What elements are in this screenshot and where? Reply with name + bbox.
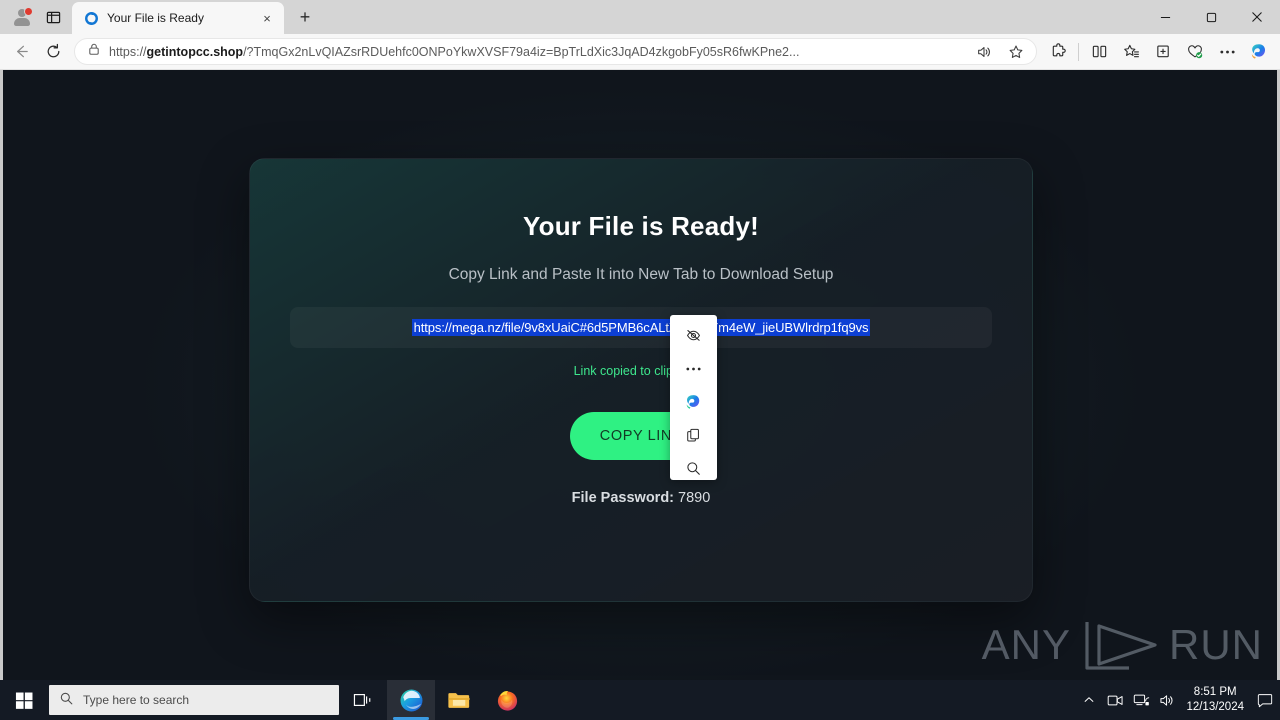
site-lock-icon (87, 42, 101, 61)
more-options-icon[interactable] (679, 357, 709, 380)
file-password-value: 7890 (678, 490, 711, 506)
clock-time: 8:51 PM (1193, 686, 1237, 698)
browser-essentials-button[interactable] (1180, 38, 1210, 66)
copilot-icon (1251, 43, 1266, 59)
tab-actions-icon (46, 11, 60, 23)
extensions-button[interactable] (1043, 38, 1073, 66)
action-center-button[interactable] (1252, 680, 1278, 720)
tab-title: Your File is Ready (107, 11, 204, 25)
tray-network-icon[interactable] (1128, 680, 1154, 720)
maximize-button[interactable] (1188, 0, 1234, 34)
hide-eye-icon[interactable] (679, 324, 709, 347)
close-icon (1252, 12, 1262, 22)
download-card: Your File is Ready! Copy Link and Paste … (249, 158, 1033, 602)
profile-button[interactable] (4, 2, 38, 32)
file-explorer-icon (448, 692, 470, 708)
add-collection-icon (1156, 45, 1169, 58)
avatar-body (13, 17, 30, 26)
taskbar-app-firefox[interactable] (483, 680, 531, 720)
file-password-label: File Password: (571, 490, 675, 506)
taskbar-app-edge[interactable] (387, 680, 435, 720)
anyrun-play-logo-icon (1085, 622, 1157, 670)
sync-circle-icon (83, 10, 99, 26)
add-favorite-button[interactable] (1004, 38, 1028, 66)
ellipsis-icon (1219, 50, 1235, 53)
tab-actions-button[interactable] (38, 2, 68, 32)
page-title: Your File is Ready! (523, 211, 759, 241)
address-bar-url: https://getintopcc.shop/?TmqGx2nLvQIAZsr… (109, 44, 800, 59)
start-button[interactable] (0, 680, 48, 720)
search-icon (59, 691, 74, 709)
reload-button[interactable] (38, 38, 68, 66)
split-screen-icon (1092, 45, 1106, 58)
collections-button[interactable] (1148, 38, 1178, 66)
windows-taskbar: Type here to search 8:51 PM 12/13/2024 (0, 680, 1280, 720)
new-tab-button[interactable]: + (290, 2, 320, 32)
back-button[interactable] (6, 38, 36, 66)
search-web-icon[interactable] (679, 457, 709, 480)
taskbar-search-box[interactable]: Type here to search (49, 685, 339, 715)
tab-strip: Your File is Ready × + (0, 0, 1280, 34)
tray-camera-icon[interactable] (1102, 680, 1128, 720)
star-icon (1009, 45, 1023, 58)
clock-date: 12/13/2024 (1186, 701, 1244, 713)
address-bar[interactable]: https://getintopcc.shop/?TmqGx2nLvQIAZsr… (74, 38, 1037, 65)
favorites-star-list-icon (1123, 44, 1139, 58)
copilot-button[interactable] (1244, 38, 1274, 66)
system-tray: 8:51 PM 12/13/2024 (1076, 680, 1280, 720)
selection-context-popup (670, 315, 717, 480)
task-view-icon (353, 694, 371, 706)
avatar (13, 6, 33, 26)
minimize-button[interactable] (1142, 0, 1188, 34)
page-viewport: Your File is Ready! Copy Link and Paste … (0, 70, 1280, 680)
file-password: File Password: 7890 (572, 490, 711, 506)
tray-expand-chevron-icon[interactable] (1076, 680, 1102, 720)
task-view-button[interactable] (339, 680, 387, 720)
read-aloud-button[interactable] (972, 38, 996, 66)
watermark-text-right: RUN (1169, 621, 1263, 668)
browser-toolbar: https://getintopcc.shop/?TmqGx2nLvQIAZsr… (0, 34, 1280, 70)
split-screen-button[interactable] (1084, 38, 1114, 66)
anyrun-watermark: ANY RUN (982, 616, 1263, 674)
firefox-icon (497, 690, 517, 711)
close-window-button[interactable] (1234, 0, 1280, 34)
tab-close-icon[interactable]: × (258, 9, 276, 27)
download-link-field[interactable]: https://mega.nz/file/9v8xUaiC#6d5PMB6cAL… (290, 307, 992, 348)
taskbar-app-file-explorer[interactable] (435, 680, 483, 720)
settings-more-button[interactable] (1212, 38, 1242, 66)
favorites-button[interactable] (1116, 38, 1146, 66)
browser-tab[interactable]: Your File is Ready × (72, 2, 284, 34)
window-controls (1142, 0, 1280, 34)
back-arrow-icon (16, 45, 28, 58)
taskbar-search-placeholder: Type here to search (83, 693, 190, 707)
toolbar-divider (1078, 42, 1079, 61)
notification-bubble-icon (1257, 693, 1273, 707)
browser-essentials-heart-icon (1188, 44, 1203, 58)
copy-icon[interactable] (679, 424, 709, 447)
windows-logo-icon (15, 692, 32, 709)
taskbar-clock[interactable]: 8:51 PM 12/13/2024 (1180, 685, 1252, 715)
watermark-text-left: ANY (981, 621, 1071, 668)
page-subtitle: Copy Link and Paste It into New Tab to D… (448, 266, 834, 283)
download-link-text[interactable]: https://mega.nz/file/9v8xUaiC#6d5PMB6cAL… (411, 319, 871, 336)
profile-alert-badge (23, 6, 33, 16)
extensions-icon (1052, 43, 1066, 57)
minimize-icon (1160, 16, 1170, 18)
read-aloud-icon (978, 46, 990, 57)
reload-icon (47, 43, 59, 58)
maximize-icon (1206, 12, 1216, 22)
tray-volume-icon[interactable] (1154, 680, 1180, 720)
browser-window: Your File is Ready × + https://getintopc… (0, 0, 1280, 720)
edge-icon (400, 689, 422, 711)
copilot-icon[interactable] (679, 390, 709, 413)
